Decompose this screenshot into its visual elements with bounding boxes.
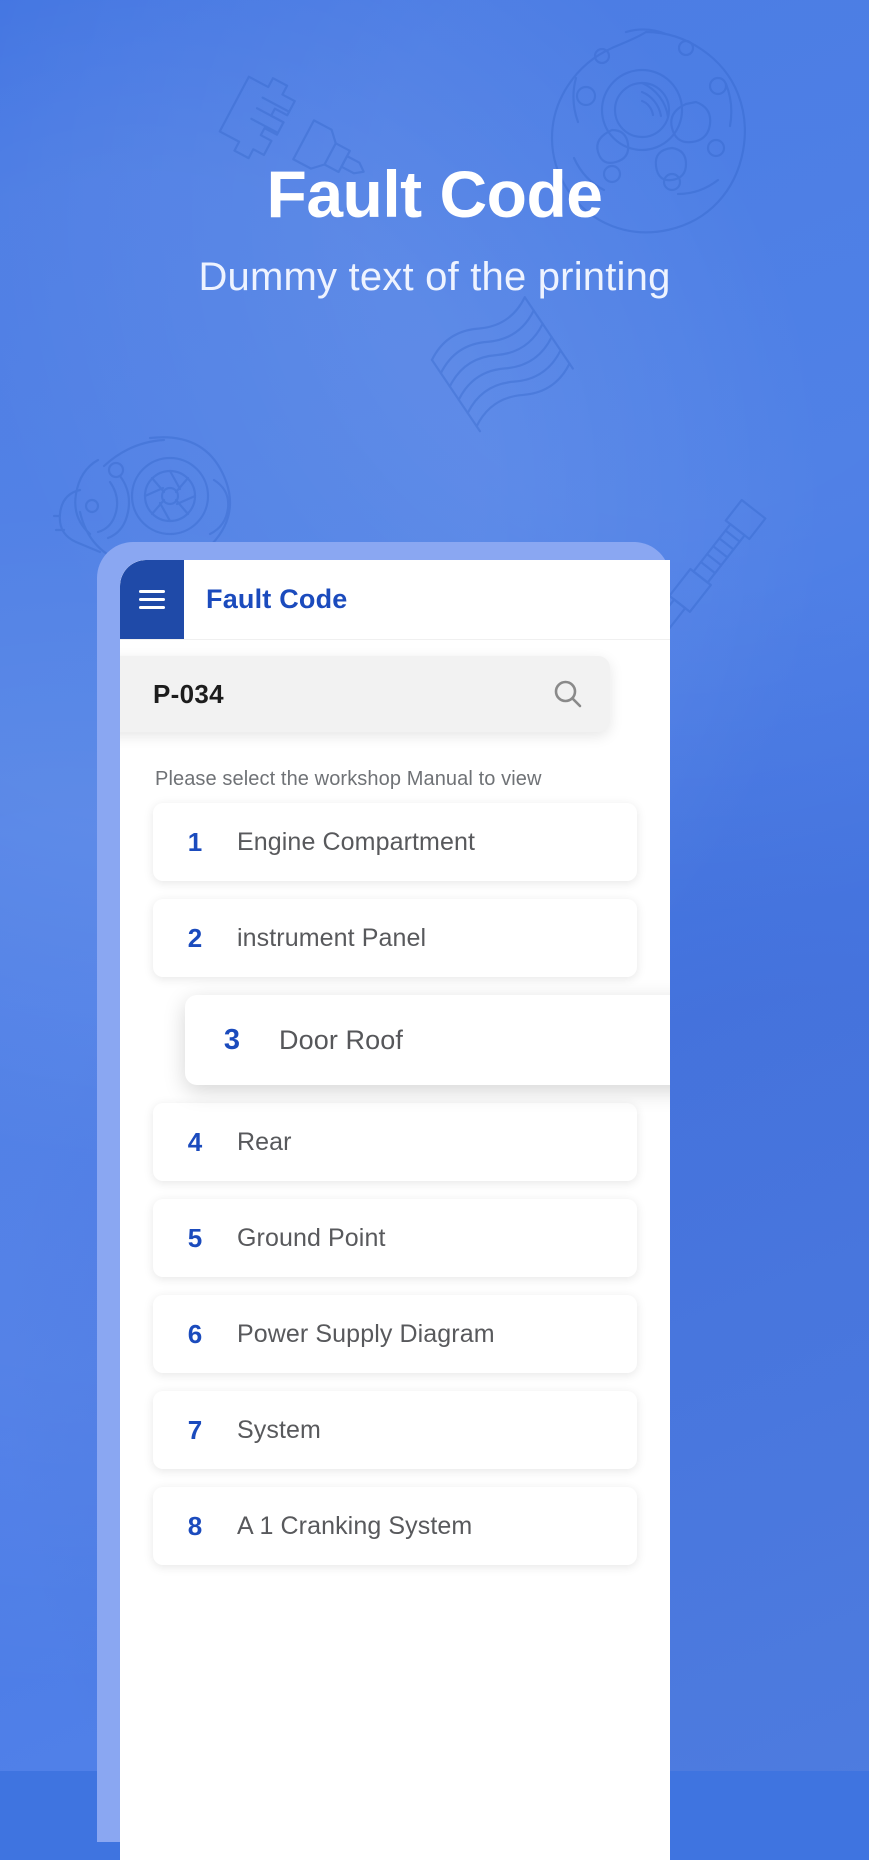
list-item-number: 6	[187, 1318, 203, 1349]
list-item[interactable]: 8 A 1 Cranking System	[153, 1487, 637, 1565]
list-item-number: 8	[187, 1510, 203, 1541]
list-item-selected[interactable]: 3 Door Roof	[185, 995, 670, 1085]
search-section: P-034	[120, 640, 670, 750]
list-item-number: 1	[187, 826, 203, 857]
list-item-number: 4	[187, 1126, 203, 1157]
list-hint: Please select the workshop Manual to vie…	[155, 768, 542, 790]
hamburger-menu-icon	[139, 590, 165, 609]
list-item[interactable]: 5 Ground Point	[153, 1199, 637, 1277]
coil-spring-watermark	[430, 296, 574, 433]
phone-screen: Fault Code P-034 Please select the works…	[120, 560, 670, 1860]
page-subtitle: Dummy text of the printing	[198, 255, 671, 300]
app-bar-title: Fault Code	[206, 584, 348, 614]
search-bar[interactable]: P-034	[120, 656, 610, 732]
app-bar: Fault Code	[120, 560, 670, 640]
list-item-label: Rear	[237, 1127, 292, 1156]
list-item-number: 5	[187, 1222, 203, 1253]
page-title: Fault Code	[266, 157, 604, 231]
search-icon[interactable]	[550, 676, 586, 712]
list-item[interactable]: 6 Power Supply Diagram	[153, 1295, 637, 1373]
list-item-label: Ground Point	[237, 1223, 386, 1252]
list-item-label: instrument Panel	[237, 923, 427, 952]
list-item[interactable]: 1 Engine Compartment	[153, 803, 637, 881]
list-item-label: System	[237, 1415, 321, 1444]
list-item-label: Engine Compartment	[237, 827, 476, 856]
list-item[interactable]: 4 Rear	[153, 1103, 637, 1181]
manual-list: 1 Engine Compartment 2 instrument Panel …	[120, 803, 670, 1565]
list-item-number: 3	[223, 1023, 241, 1056]
list-item-label: A 1 Cranking System	[237, 1511, 473, 1540]
hamburger-menu-button[interactable]	[120, 560, 184, 639]
list-item-label: Door Roof	[279, 1024, 403, 1055]
list-item-number: 2	[187, 922, 203, 953]
hero-section: Fault Code Dummy text of the printing	[0, 157, 869, 300]
list-item-label: Power Supply Diagram	[237, 1319, 495, 1348]
list-item-number: 7	[187, 1414, 203, 1445]
list-item[interactable]: 7 System	[153, 1391, 637, 1469]
list-item[interactable]: 2 instrument Panel	[153, 899, 637, 977]
search-input[interactable]: P-034	[153, 679, 550, 710]
